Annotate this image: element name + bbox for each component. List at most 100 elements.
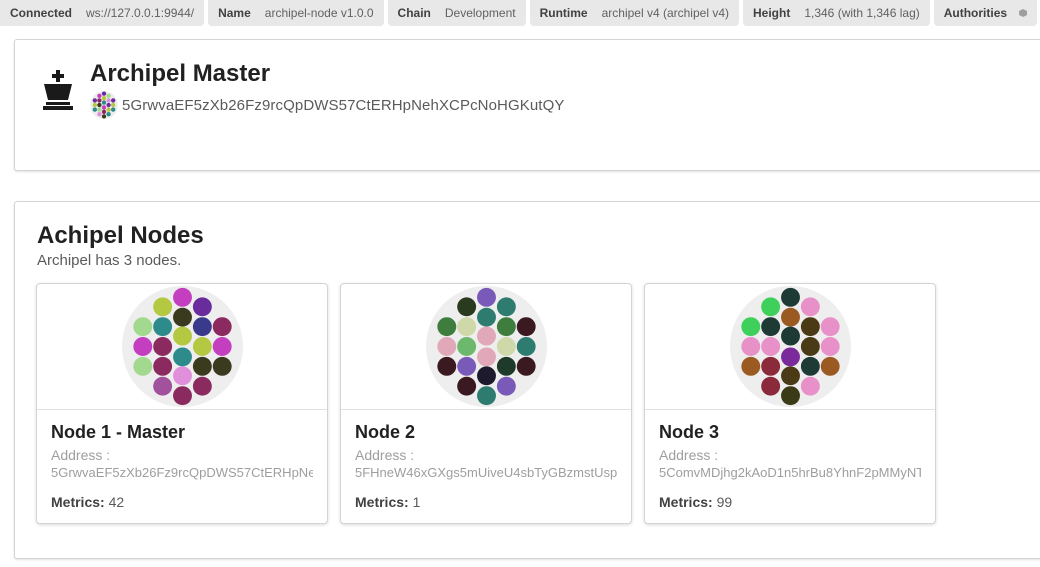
identicon-dot	[456, 317, 476, 337]
node-card-2[interactable]: Node 2 Address : 5FHneW46xGXgs5mUiveU4sb…	[340, 283, 632, 524]
identicon-dot	[820, 356, 840, 376]
identicon-dot	[97, 102, 102, 108]
identicon-dot	[172, 347, 192, 367]
identicon-dot	[152, 376, 172, 396]
identicon-dot	[476, 386, 496, 406]
master-address[interactable]: 5GrwvaEF5zXb26Fz9rcQpDWS57CtERHpNehXCPcN…	[122, 97, 564, 114]
identicon-dot	[516, 337, 536, 356]
authority-icon	[1019, 9, 1028, 17]
identicon-dot	[456, 297, 476, 317]
identicon-dot	[820, 337, 840, 356]
node-metrics: Metrics: 99	[659, 494, 921, 510]
identicon-dot	[476, 326, 496, 346]
address-label: Address :	[659, 447, 719, 463]
identicon-dot	[192, 356, 212, 376]
identicon-dot	[212, 356, 232, 376]
identicon-dot	[496, 317, 516, 337]
identicon-dot	[106, 107, 111, 112]
metrics-value: 42	[108, 494, 125, 510]
node-card-1[interactable]: Node 1 - Master Address : 5GrwvaEF5zXb26…	[36, 283, 328, 524]
status-value: 1,346 (with 1,346 lag)	[804, 6, 920, 20]
identicon-dot	[92, 98, 97, 103]
identicon-dot	[800, 297, 820, 317]
nodes-card: Achipel Nodes Archipel has 3 nodes. Node…	[14, 201, 1040, 559]
master-address-row: 5GrwvaEF5zXb26Fz9rcQpDWS57CtERHpNehXCPcN…	[90, 90, 564, 120]
status-name: Name archipel-node v1.0.0	[208, 0, 384, 26]
metrics-value: 1	[412, 494, 421, 510]
identicon-dot	[111, 102, 116, 108]
node-body: Node 2 Address : 5FHneW46xGXgs5mUiveU4sb…	[341, 410, 631, 520]
identicon-dot	[172, 326, 192, 346]
node-name: Node 3	[659, 422, 720, 442]
identicon-dot	[740, 337, 760, 356]
node-image	[341, 284, 631, 410]
identicon-dot	[476, 287, 496, 307]
node-image	[645, 284, 935, 410]
master-title: Archipel Master	[90, 60, 271, 87]
node-identicon[interactable]	[425, 286, 547, 407]
node-card-3[interactable]: Node 3 Address : 5ComvMDjhg2kAoD1n5hrBu8…	[644, 283, 936, 524]
identicon-dot	[172, 307, 192, 327]
identicon-dot	[192, 337, 212, 356]
identicon-dot	[132, 317, 152, 337]
identicon-dot	[476, 347, 496, 367]
identicon-dot	[172, 366, 192, 386]
address-label: Address :	[51, 447, 111, 463]
nodes-subtitle: Archipel has 3 nodes.	[37, 252, 182, 269]
node-name: Node 1 - Master	[51, 422, 186, 442]
identicon-dot	[476, 366, 496, 386]
metrics-label: Metrics:	[659, 494, 713, 510]
status-value: archipel v4 (archipel v4)	[601, 6, 729, 20]
identicon-dot	[436, 337, 456, 356]
identicon-dot	[800, 356, 820, 376]
metrics-label: Metrics:	[355, 494, 409, 510]
identicon-dot	[800, 376, 820, 396]
node-identicon[interactable]	[729, 286, 851, 407]
node-address: 5GrwvaEF5zXb26Fz9rcQpDWS57CtERHpNehXCPcN…	[51, 465, 313, 480]
identicon-dot	[780, 347, 800, 367]
identicon-dot	[760, 337, 780, 356]
identicon-dot	[780, 386, 800, 406]
identicon-dot	[212, 317, 232, 337]
node-address: 5ComvMDjhg2kAoD1n5hrBu8YhnF2pMMyNTDfSPxZ…	[659, 465, 921, 480]
status-height: Height 1,346 (with 1,346 lag)	[742, 0, 930, 26]
identicon-dot	[436, 356, 456, 376]
identicon-dot	[800, 337, 820, 356]
address-label: Address :	[355, 447, 415, 463]
identicon-dot	[476, 307, 496, 327]
identicon-dot	[212, 337, 232, 356]
status-key: Height	[752, 6, 791, 20]
identicon-dot	[106, 98, 111, 103]
identicon-dot	[516, 317, 536, 337]
node-body: Node 1 - Master Address : 5GrwvaEF5zXb26…	[37, 410, 327, 520]
node-name: Node 2	[355, 422, 416, 442]
identicon-dot	[152, 356, 172, 376]
identicon-dot	[192, 317, 212, 337]
identicon-dot	[101, 100, 107, 105]
identicon-dot	[780, 366, 800, 386]
identicon-dot	[172, 287, 192, 307]
identicon-dot	[192, 297, 212, 317]
identicon-dot	[820, 317, 840, 337]
status-value: ws://127.0.0.1:9944/	[86, 6, 195, 20]
node-metrics: Metrics: 1	[355, 494, 617, 510]
status-runtime: Runtime archipel v4 (archipel v4)	[529, 0, 739, 26]
identicon-dot	[132, 356, 152, 376]
identicon-dot	[496, 297, 516, 317]
master-identicon[interactable]	[90, 91, 118, 119]
identicon-dot	[97, 98, 102, 103]
node-metrics: Metrics: 42	[51, 494, 313, 510]
identicon-dot	[152, 337, 172, 356]
status-value: Development	[444, 6, 516, 20]
status-key: Name	[218, 6, 251, 20]
nodes-title: Achipel Nodes	[37, 222, 204, 249]
identicon-dot	[496, 376, 516, 396]
identicon-dot	[740, 317, 760, 337]
identicon-dot	[106, 93, 111, 98]
node-identicon[interactable]	[121, 286, 243, 407]
status-key: Authorities	[943, 6, 1008, 20]
identicon-dot	[111, 98, 116, 103]
status-bar: Connected ws://127.0.0.1:9944/ Name arch…	[0, 0, 1040, 26]
identicon-dot	[456, 356, 476, 376]
identicon-dot	[132, 337, 152, 356]
